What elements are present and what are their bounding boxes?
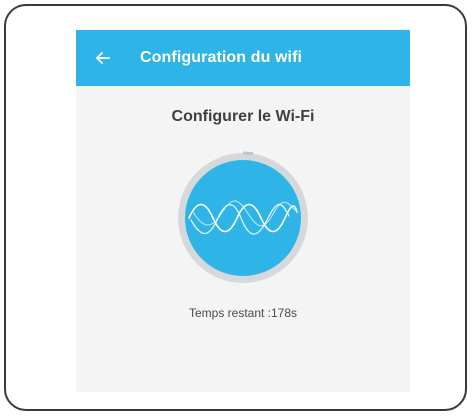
- app-screen: Configuration du wifi Configurer le Wi-F…: [76, 30, 410, 392]
- back-button[interactable]: [92, 47, 114, 69]
- remaining-time: Temps restant :178s: [188, 306, 298, 320]
- progress-disk: [185, 160, 301, 276]
- app-bar: Configuration du wifi: [76, 30, 410, 86]
- arrow-left-icon: [96, 52, 110, 64]
- page-heading: Configurer le Wi-Fi: [171, 108, 315, 125]
- app-bar-title: Configuration du wifi: [140, 49, 303, 66]
- wifi-config-progress: [175, 150, 311, 286]
- progress-arc: [242, 151, 254, 156]
